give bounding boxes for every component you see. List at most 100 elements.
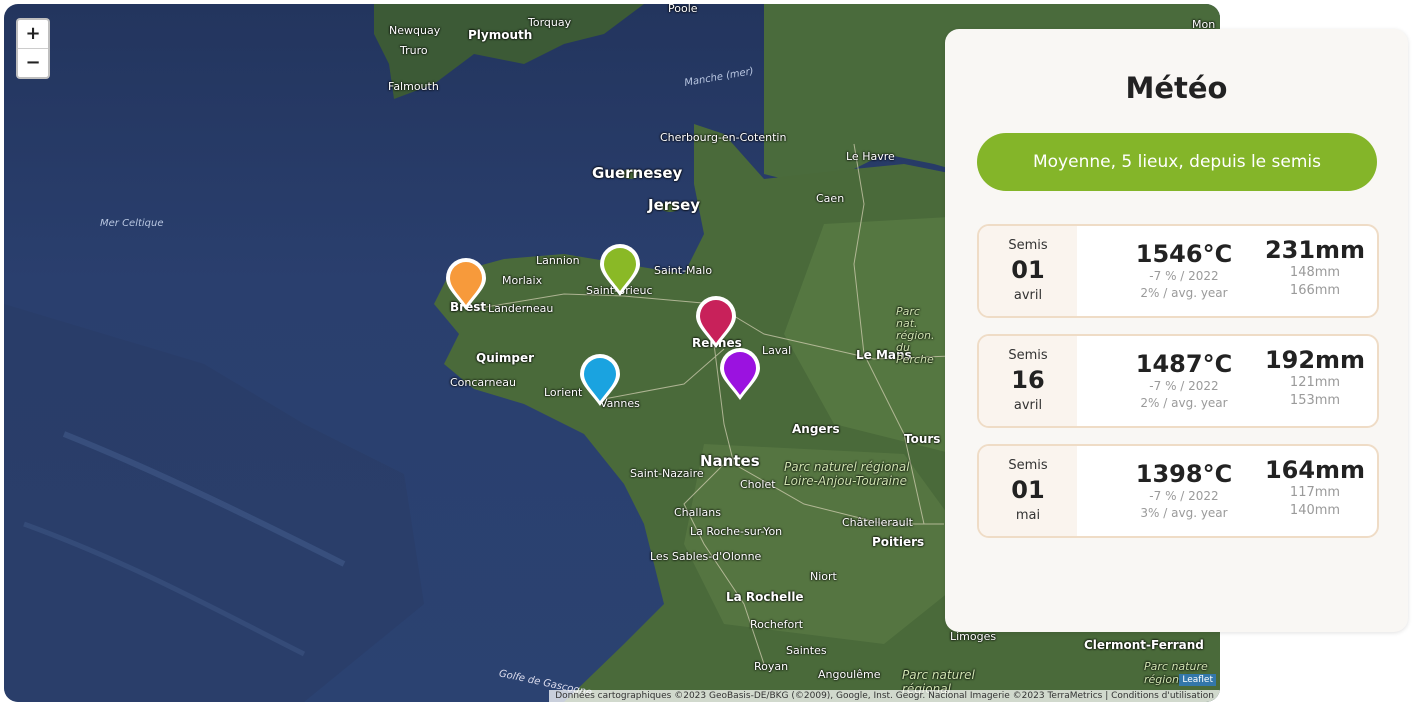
rainfall-average: 166mm <box>1289 283 1341 298</box>
place-label: Plymouth <box>468 28 533 42</box>
place-label: Quimper <box>476 351 535 365</box>
sowing-card[interactable]: Semis 01 mai 1398°C -7 % / 2022 3% / avg… <box>977 444 1379 538</box>
place-label: Royan <box>754 660 789 673</box>
place-label: Falmouth <box>388 80 439 93</box>
place-label: Torquay <box>528 16 572 29</box>
temperature-vs-2022: -7 % / 2022 <box>1149 269 1219 283</box>
leaflet-link[interactable]: Leaflet <box>1179 674 1216 686</box>
marker-pin-fill <box>724 352 756 395</box>
rainfall-block: 192mm 121mm 153mm <box>1263 336 1367 410</box>
place-label: Tours <box>904 432 941 446</box>
park-label: Parc nat. région. du Perche <box>896 305 935 366</box>
marker-pin-icon <box>600 244 640 296</box>
place-label: Saintes <box>786 644 827 657</box>
place-label: Newquay <box>389 24 441 37</box>
marker-pin-icon <box>446 258 486 310</box>
temperature-block: 1487°C -7 % / 2022 2% / avg. year <box>1109 336 1259 412</box>
place-label: Jersey <box>648 196 701 214</box>
sowing-label: Semis <box>1008 238 1048 253</box>
temperature-sum: 1398°C <box>1135 460 1233 488</box>
place-label: Clermont-Ferrand <box>1084 638 1204 652</box>
place-label: Laval <box>762 344 792 357</box>
place-label: Poitiers <box>872 535 925 549</box>
park-label: Parc naturel régional Loire-Anjou-Tourai… <box>784 460 910 488</box>
sowing-month: avril <box>1013 288 1043 303</box>
place-label: Cholet <box>740 478 776 491</box>
map-marker-vannes[interactable] <box>578 352 622 408</box>
rainfall-average: 153mm <box>1289 393 1341 408</box>
weather-panel: Météo Moyenne, 5 lieux, depuis le semis … <box>945 29 1408 632</box>
marker-pin-icon <box>580 354 620 406</box>
marker-pin-fill <box>604 248 636 291</box>
marker-pin-icon <box>696 296 736 348</box>
place-label: Angoulême <box>818 668 881 681</box>
place-label: Saint-Malo <box>654 264 713 277</box>
place-label: La Roche-sur-Yon <box>690 525 783 538</box>
temperature-vs-average: 3% / avg. year <box>1140 506 1228 520</box>
map-marker-rennes[interactable] <box>694 294 738 350</box>
temperature-sum: 1546°C <box>1135 240 1233 268</box>
rainfall-total: 164mm <box>1264 456 1366 484</box>
place-label: Rochefort <box>750 618 804 631</box>
place-label: Poole <box>668 4 698 15</box>
sowing-day: 01 <box>1011 256 1045 284</box>
rainfall-block: 164mm 117mm 140mm <box>1263 446 1367 520</box>
place-label: Lorient <box>544 386 583 399</box>
place-label: Lannion <box>536 254 580 267</box>
sowing-month: mai <box>1015 508 1041 523</box>
rainfall-2022: 117mm <box>1289 485 1341 500</box>
place-label: Le Havre <box>846 150 895 163</box>
place-label: Saint-Nazaire <box>630 467 704 480</box>
map-marker-brest[interactable] <box>444 256 488 312</box>
place-label: Challans <box>674 506 721 519</box>
rainfall-average: 140mm <box>1289 503 1341 518</box>
zoom-out-button[interactable]: − <box>18 48 48 77</box>
place-label: Niort <box>810 570 837 583</box>
rainfall-2022: 121mm <box>1289 375 1341 390</box>
zoom-in-button[interactable]: + <box>18 20 48 48</box>
map-marker-saint-brieuc[interactable] <box>598 242 642 298</box>
temperature-vs-2022: -7 % / 2022 <box>1149 379 1219 393</box>
rainfall-2022: 148mm <box>1289 265 1341 280</box>
place-label: La Rochelle <box>726 590 804 604</box>
temperature-sum: 1487°C <box>1135 350 1233 378</box>
temperature-block: 1546°C -7 % / 2022 2% / avg. year <box>1109 226 1259 302</box>
place-label: Nantes <box>700 452 760 470</box>
place-label: Châtellerault <box>842 516 913 529</box>
place-label: Cherbourg-en-Cotentin <box>660 131 787 144</box>
temperature-vs-average: 2% / avg. year <box>1140 286 1228 300</box>
place-label: Concarneau <box>450 376 516 389</box>
map-attribution[interactable]: Données cartographiques ©2023 GeoBasis-D… <box>549 690 1220 702</box>
marker-pin-fill <box>450 262 482 305</box>
place-label: Morlaix <box>502 274 543 287</box>
sowing-month: avril <box>1013 398 1043 413</box>
place-label: Landerneau <box>488 302 554 315</box>
sowing-date: Semis 01 avril <box>979 226 1077 316</box>
rainfall-total: 192mm <box>1264 346 1366 374</box>
map-marker-laval[interactable] <box>718 346 762 402</box>
zoom-control: + − <box>16 18 50 79</box>
sowing-label: Semis <box>1008 348 1048 363</box>
temperature-vs-2022: -7 % / 2022 <box>1149 489 1219 503</box>
marker-pin-fill <box>700 300 732 343</box>
sowing-card[interactable]: Semis 01 avril 1546°C -7 % / 2022 2% / a… <box>977 224 1379 318</box>
place-label: Truro <box>400 44 428 57</box>
temperature-vs-average: 2% / avg. year <box>1140 396 1228 410</box>
average-filter-button[interactable]: Moyenne, 5 lieux, depuis le semis <box>977 133 1377 191</box>
temperature-block: 1398°C -7 % / 2022 3% / avg. year <box>1109 446 1259 522</box>
marker-pin-fill <box>584 358 616 401</box>
sea-label: Mer Celtique <box>100 218 164 229</box>
rainfall-total: 231mm <box>1264 236 1366 264</box>
rainfall-block: 231mm 148mm 166mm <box>1263 226 1367 300</box>
place-label: Caen <box>816 192 845 205</box>
sowing-date: Semis 01 mai <box>979 446 1077 536</box>
place-label: Les Sables-d'Olonne <box>650 550 762 563</box>
sowing-card[interactable]: Semis 16 avril 1487°C -7 % / 2022 2% / a… <box>977 334 1379 428</box>
panel-title: Météo <box>1125 71 1228 105</box>
marker-pin-icon <box>720 348 760 400</box>
sowing-date: Semis 16 avril <box>979 336 1077 426</box>
sowing-label: Semis <box>1008 458 1048 473</box>
place-label: Guernesey <box>592 164 683 182</box>
sowing-day: 01 <box>1011 476 1045 504</box>
place-label: Angers <box>792 422 840 436</box>
